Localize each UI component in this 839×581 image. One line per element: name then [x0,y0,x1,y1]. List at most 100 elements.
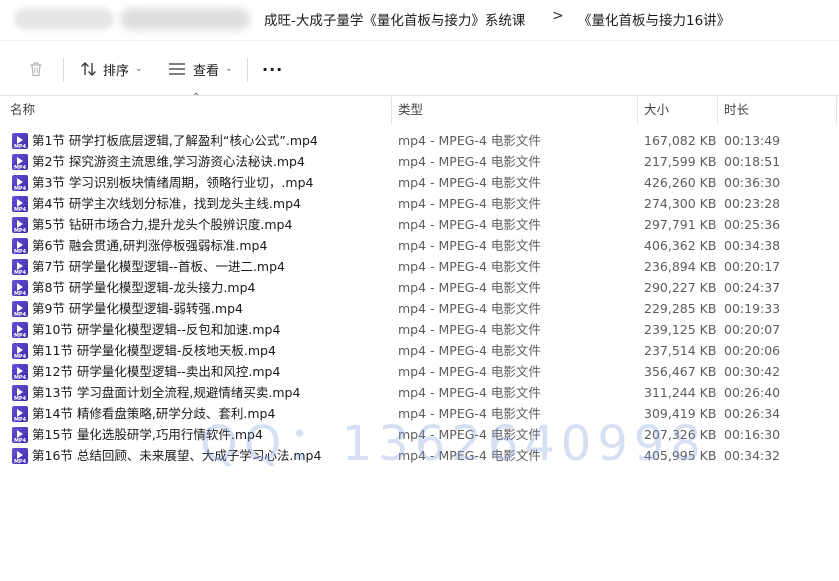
mp4-file-icon [12,258,28,276]
file-row[interactable]: 第13节 学习盘面计划全流程,规避情绪买卖.mp4 mp4 - MPEG-4 电影… [0,382,839,403]
file-type: mp4 - MPEG-4 电影文件 [398,364,541,379]
file-type: mp4 - MPEG-4 电影文件 [398,322,541,337]
file-type: mp4 - MPEG-4 电影文件 [398,385,541,400]
mp4-file-icon [12,363,28,381]
sort-label: 排序 [103,63,130,79]
file-row[interactable]: 第11节 研学量化模型逻辑-反核地天板.mp4 mp4 - MPEG-4 电影文件… [0,340,839,361]
sort-button[interactable]: 排序 ⌄ [80,41,143,97]
file-size: 229,285 KB [644,301,717,316]
file-row[interactable]: 第12节 研学量化模型逻辑--卖出和风控.mp4 mp4 - MPEG-4 电影文… [0,361,839,382]
file-name: 第11节 研学量化模型逻辑-反核地天板.mp4 [32,343,276,358]
file-name-cell: 第9节 研学量化模型逻辑-弱转强.mp4 [12,298,243,319]
mp4-file-icon [12,447,28,465]
file-name-cell: 第6节 融会贯通,研判涨停板强弱标准.mp4 [12,235,267,256]
file-name: 第13节 学习盘面计划全流程,规避情绪买卖.mp4 [32,385,301,400]
file-name-cell: 第4节 研学主次线划分标准，找到龙头主线.mp4 [12,193,301,214]
column-resize-handle[interactable] [836,97,837,125]
file-duration: 00:36:30 [724,175,781,190]
more-dots-icon: ··· [262,59,284,79]
view-lines-icon [169,63,185,75]
mp4-file-icon [12,384,28,402]
file-duration: 00:16:30 [724,427,781,442]
file-row[interactable]: 第10节 研学量化模型逻辑--反包和加速.mp4 mp4 - MPEG-4 电影文… [0,319,839,340]
file-row[interactable]: 第4节 研学主次线划分标准，找到龙头主线.mp4 mp4 - MPEG-4 电影文… [0,193,839,214]
file-duration: 00:20:06 [724,343,781,358]
file-size: 311,244 KB [644,385,717,400]
file-row[interactable]: 第5节 钻研市场合力,提升龙头个股辨识度.mp4 mp4 - MPEG-4 电影文… [0,214,839,235]
file-duration: 00:24:37 [724,280,781,295]
file-row[interactable]: 第6节 融会贯通,研判涨停板强弱标准.mp4 mp4 - MPEG-4 电影文件 4… [0,235,839,256]
blurred-path-segment [120,8,250,30]
file-name-cell: 第7节 研学量化模型逻辑--首板、一进二.mp4 [12,256,285,277]
file-name: 第4节 研学主次线划分标准，找到龙头主线.mp4 [32,196,301,211]
breadcrumb-item-folder[interactable]: 《量化首板与接力16讲》 [578,9,730,29]
file-size: 236,894 KB [644,259,717,274]
file-name-cell: 第11节 研学量化模型逻辑-反核地天板.mp4 [12,340,276,361]
breadcrumb-separator-icon: > [552,8,564,24]
file-name-cell: 第3节 学习识别板块情绪周期，领略行业切，.mp4 [12,172,313,193]
mp4-file-icon [12,195,28,213]
file-name: 第2节 探究游资主流思维,学习游资心法秘诀.mp4 [32,154,305,169]
watermark-text: QQ：1362640998 [200,416,707,472]
view-button[interactable]: 查看 ⌄ [168,41,233,97]
file-name: 第5节 钻研市场合力,提升龙头个股辨识度.mp4 [32,217,293,232]
file-type: mp4 - MPEG-4 电影文件 [398,196,541,211]
file-name: 第1节 研学打板底层逻辑,了解盈利“核心公式”.mp4 [32,133,318,148]
command-bar: 排序 ⌄ 查看 ⌄ ··· [0,40,839,96]
file-size: 237,514 KB [644,343,717,358]
column-header-name[interactable]: 名称 [4,97,392,125]
blurred-path-segment [14,8,114,30]
file-row[interactable]: 第8节 研学量化模型逻辑-龙头接力.mp4 mp4 - MPEG-4 电影文件 29… [0,277,839,298]
file-duration: 00:34:38 [724,238,781,253]
file-name: 第3节 学习识别板块情绪周期，领略行业切，.mp4 [32,175,314,190]
file-size: 406,362 KB [644,238,717,253]
file-name-cell: 第5节 钻研市场合力,提升龙头个股辨识度.mp4 [12,214,292,235]
file-duration: 00:20:17 [724,259,781,274]
mp4-file-icon [12,405,28,423]
file-size: 239,125 KB [644,322,717,337]
file-row[interactable]: 第2节 探究游资主流思维,学习游资心法秘诀.mp4 mp4 - MPEG-4 电影… [0,151,839,172]
mp4-file-icon [12,216,28,234]
file-row[interactable]: 第3节 学习识别板块情绪周期，领略行业切，.mp4 mp4 - MPEG-4 电影… [0,172,839,193]
file-type: mp4 - MPEG-4 电影文件 [398,154,541,169]
file-type: mp4 - MPEG-4 电影文件 [398,301,541,316]
column-header-size[interactable]: 大小 [638,97,718,125]
chevron-down-icon: ⌄ [225,64,233,74]
mp4-file-icon [12,321,28,339]
file-row[interactable]: 第9节 研学量化模型逻辑-弱转强.mp4 mp4 - MPEG-4 电影文件 229… [0,298,839,319]
file-name-cell: 第1节 研学打板底层逻辑,了解盈利“核心公式”.mp4 [12,130,318,151]
more-options-button[interactable]: ··· [262,41,283,97]
file-size: 274,300 KB [644,196,717,211]
file-name: 第10节 研学量化模型逻辑--反包和加速.mp4 [32,322,281,337]
mp4-file-icon [12,279,28,297]
file-name-cell: 第10节 研学量化模型逻辑--反包和加速.mp4 [12,319,280,340]
file-duration: 00:23:28 [724,196,781,211]
file-size: 167,082 KB [644,133,717,148]
mp4-file-icon [12,342,28,360]
file-type: mp4 - MPEG-4 电影文件 [398,259,541,274]
file-type: mp4 - MPEG-4 电影文件 [398,217,541,232]
mp4-file-icon [12,426,28,444]
column-header-duration[interactable]: 时长 [718,97,836,125]
mp4-file-icon [12,174,28,192]
file-duration: 00:26:34 [724,406,781,421]
column-header-type[interactable]: 类型 [392,97,638,125]
mp4-file-icon [12,237,28,255]
file-type: mp4 - MPEG-4 电影文件 [398,238,541,253]
file-duration: 00:26:40 [724,385,781,400]
file-type: mp4 - MPEG-4 电影文件 [398,133,541,148]
delete-button[interactable] [27,41,45,97]
address-bar[interactable]: 成旺-大成子量学《量化首板与接力》系统课 > 《量化首板与接力16讲》 [0,0,839,40]
mp4-file-icon [12,153,28,171]
file-size: 356,467 KB [644,364,717,379]
file-row[interactable]: 第7节 研学量化模型逻辑--首板、一进二.mp4 mp4 - MPEG-4 电影文… [0,256,839,277]
file-name-cell: 第12节 研学量化模型逻辑--卖出和风控.mp4 [12,361,280,382]
file-row[interactable]: 第1节 研学打板底层逻辑,了解盈利“核心公式”.mp4 mp4 - MPEG-4 … [0,130,839,151]
sort-arrows-icon [81,62,96,76]
toolbar-divider [63,58,64,82]
file-size: 290,227 KB [644,280,717,295]
file-duration: 00:25:36 [724,217,781,232]
file-type: mp4 - MPEG-4 电影文件 [398,343,541,358]
breadcrumb-item-course[interactable]: 成旺-大成子量学《量化首板与接力》系统课 [264,9,525,29]
file-size: 217,599 KB [644,154,717,169]
